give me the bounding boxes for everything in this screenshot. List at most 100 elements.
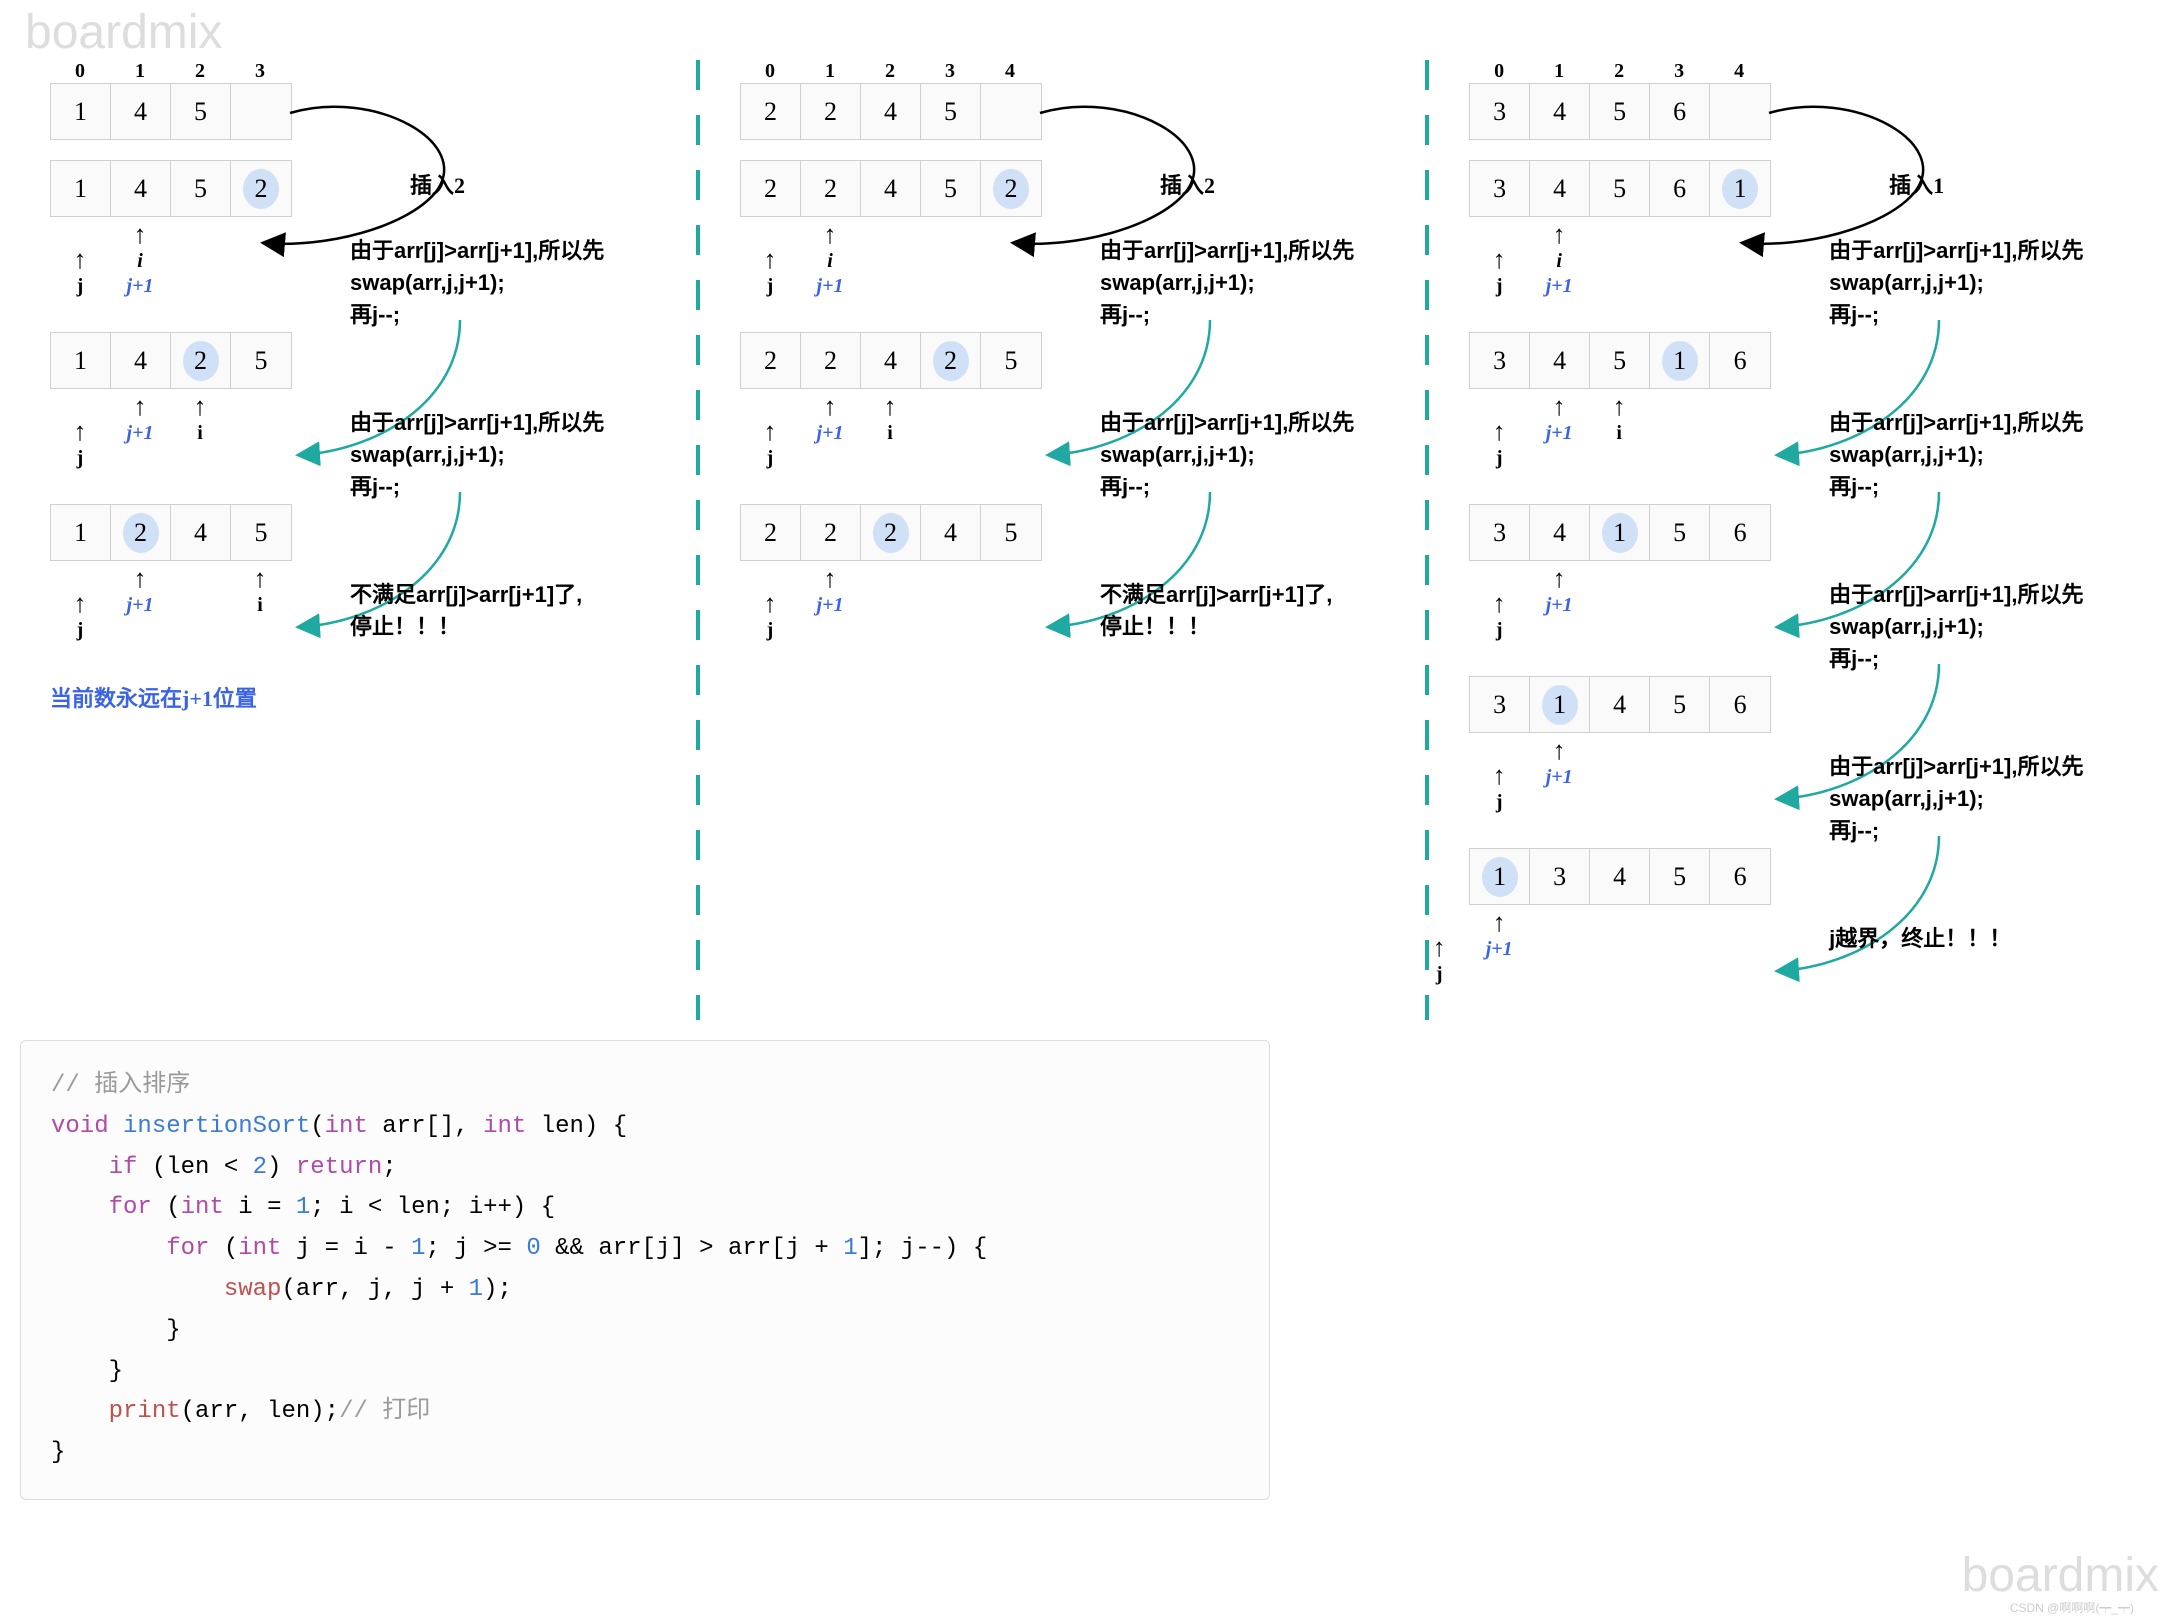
pointer: ↑j [50,591,110,681]
pointer-empty [860,566,920,656]
array-cell: 2 [171,333,231,388]
pointer-arrow-icon: ↑ [110,566,170,592]
pointer-label-j: j [1469,619,1529,642]
array: 34561 [1469,160,1771,217]
pointer-arrow-icon: ↑ [50,419,110,445]
array-cell: 4 [111,84,171,139]
pointer-arrow-icon: ↑ [1469,419,1529,445]
pointer: ↑ij+1 [110,222,170,312]
pointer: ↑ij+1 [800,222,860,312]
pointer-label-jp1: j+1 [1529,275,1589,298]
step-annotation: 不满足arr[j]>arr[j+1]了,停止！！！ [1100,579,1420,643]
array: 13456 [1469,848,1771,905]
index-label: 0 [50,60,110,83]
step-annotation: 由于arr[j]>arr[j+1],所以先swap(arr,j,j+1);再j-… [1829,579,2149,675]
pointer-label-jp1: j+1 [110,594,170,617]
array-cell: 5 [1650,849,1710,904]
array-cell: 1 [51,84,111,139]
index-label: 3 [920,60,980,83]
array-cell: 1 [51,333,111,388]
array-cell: 2 [111,505,171,560]
pointer-arrow-icon: ↑ [860,394,920,420]
pointer: ↑j+1 [110,394,170,484]
array-cell: 3 [1470,677,1530,732]
pointer-empty [1589,910,1649,1000]
pointer-label-jp1: j+1 [1469,938,1529,961]
array: 1425 [50,332,292,389]
array: 22452 [740,160,1042,217]
column-1: 0123145 插入21452↑j↑ij+1由于arr[j]>arr[j+1],… [20,60,686,1020]
pointer: ↑j [50,419,110,509]
step-row: 1245↑j↑j+1↑i不满足arr[j]>arr[j+1]了,停止！！！ [40,504,666,656]
step-row: 34561↑j↑ij+1由于arr[j]>arr[j+1],所以先swap(ar… [1459,160,2144,312]
step-annotation: 由于arr[j]>arr[j+1],所以先swap(arr,j,j+1);再j-… [1100,407,1420,503]
pointer: ↑j+1 [800,394,860,484]
array-cell: 6 [1710,849,1770,904]
array-cell: 2 [981,161,1041,216]
pointer: ↑j [1469,247,1529,337]
pointer-empty [1649,738,1709,828]
array-cell: 2 [801,333,861,388]
pointer: ↑i [860,394,920,484]
pointer: ↑j+1 [1529,394,1589,484]
array-cell: 5 [1590,333,1650,388]
pointer-arrow-icon: ↑ [740,419,800,445]
array-cell: 2 [921,333,981,388]
array-cell: 4 [111,333,171,388]
pointer-arrow-icon: ↑ [800,222,860,248]
array: 1452 [50,160,292,217]
pointer-arrow-icon: ↑ [740,247,800,273]
diagram-columns: 0123145 插入21452↑j↑ij+1由于arr[j]>arr[j+1],… [20,60,2164,1020]
pointer-empty [170,566,230,656]
step-annotation: 由于arr[j]>arr[j+1],所以先swap(arr,j,j+1);再j-… [1829,407,2149,503]
step-annotation: 由于arr[j]>arr[j+1],所以先swap(arr,j,j+1);再j-… [1829,235,2149,331]
array-cell: 4 [1530,84,1590,139]
array-cell: 3 [1470,84,1530,139]
step-row: 22425↑j↑j+1↑i由于arr[j]>arr[j+1],所以先swap(a… [730,332,1395,484]
array-cell [981,84,1041,139]
step-row: 34516↑j↑j+1↑i由于arr[j]>arr[j+1],所以先swap(a… [1459,332,2144,484]
array-cell: 5 [1650,505,1710,560]
pointer: ↑j [1469,763,1529,853]
array-cell: 5 [921,84,981,139]
pointer-arrow-icon: ↑ [1469,763,1529,789]
array-cell: 5 [231,505,291,560]
pointer-empty [920,566,980,656]
array-cell: 4 [861,161,921,216]
pointer-arrow-icon: ↑ [170,394,230,420]
array-cell [231,84,291,139]
pointer-arrow-icon: ↑ [1589,394,1649,420]
pointer-empty [1589,566,1649,656]
pointer: ↑j [740,247,800,337]
array-cell: 4 [921,505,981,560]
index-label: 4 [980,60,1040,83]
array-cell: 4 [171,505,231,560]
array: 34156 [1469,504,1771,561]
array-cell: 4 [111,161,171,216]
pointer-arrow-icon: ↑ [1469,591,1529,617]
watermark-top-left: boardmix [25,5,222,60]
pointer: ↑i [230,566,290,656]
array-cell: 2 [231,161,291,216]
index-row: 0123 [50,60,666,83]
step-row: 145 插入2 [40,83,666,140]
step-annotation: j越界，终止！！！ [1829,923,2149,955]
pointer-arrow-icon: ↑ [110,394,170,420]
pointer-label-i: i [800,250,860,273]
index-label: 3 [1649,60,1709,83]
array: 22245 [740,504,1042,561]
pointer-label-j: j [740,275,800,298]
step-annotation: 由于arr[j]>arr[j+1],所以先swap(arr,j,j+1);再j-… [1829,751,2149,847]
array-cell: 5 [171,161,231,216]
pointer-empty [1649,910,1709,1000]
pointer-arrow-icon: ↑ [740,591,800,617]
step-row: 1425↑j↑j+1↑i由于arr[j]>arr[j+1],所以先swap(ar… [40,332,666,484]
pointer-arrow-icon: ↑ [230,566,290,592]
pointer-label-jp1: j+1 [1529,594,1589,617]
summary-note: 当前数永远在j+1位置 [50,681,666,713]
array-cell: 1 [1590,505,1650,560]
array-cell: 3 [1470,161,1530,216]
array-cell: 5 [921,161,981,216]
pointer-label-i: i [860,422,920,445]
array-cell: 2 [801,161,861,216]
